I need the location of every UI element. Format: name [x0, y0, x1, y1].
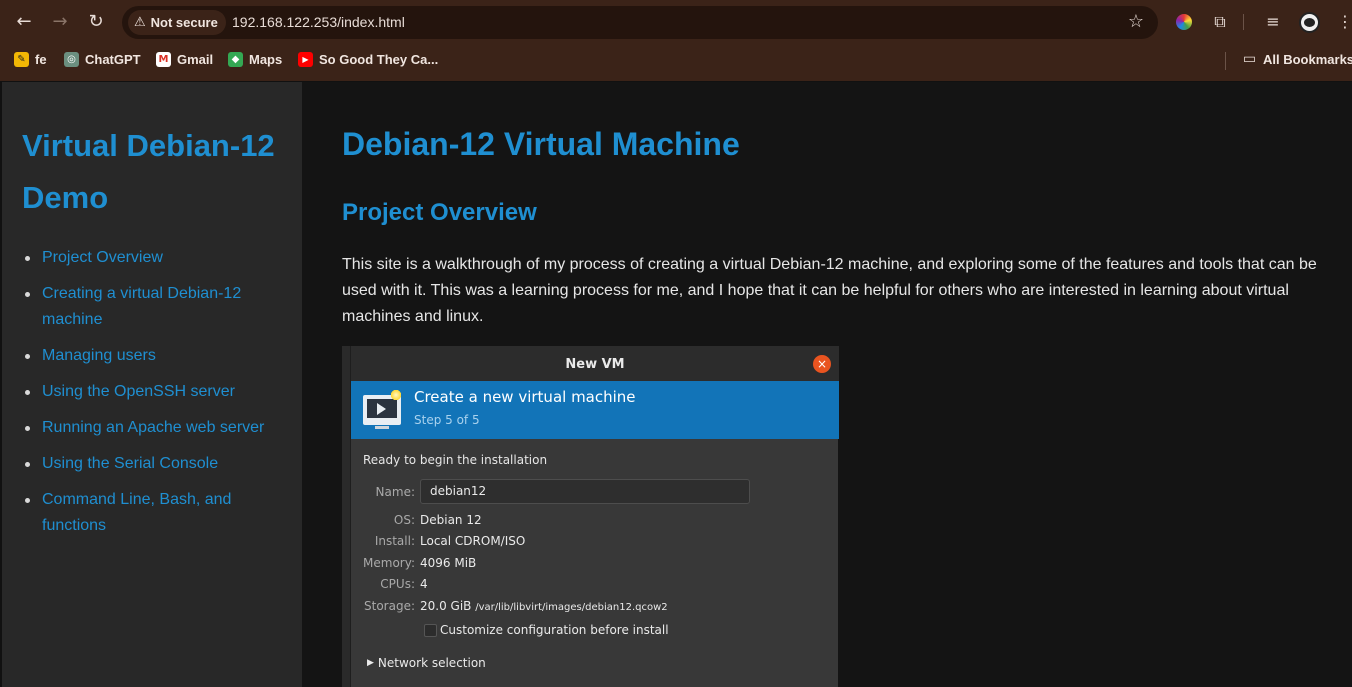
storage-size: 20.0 GiB: [420, 599, 472, 613]
customize-checkbox: [424, 624, 437, 637]
bookmarks-bar: ✎ fe ◎ ChatGPT M Gmail ◆ Maps ▶ So Good …: [0, 48, 1352, 74]
address-bar[interactable]: ⚠ Not secure 192.168.122.253/index.html …: [122, 6, 1158, 39]
extensions-icon[interactable]: ⧉: [1209, 11, 1231, 33]
expander-triangle-icon: ▶: [367, 658, 374, 668]
banner-step: Step 5 of 5: [414, 413, 480, 427]
media-controls-icon[interactable]: ≡: [1262, 11, 1284, 33]
name-label: Name:: [375, 485, 415, 499]
nav-link-apache[interactable]: Running an Apache web server: [25, 415, 272, 441]
nav-link-project-overview[interactable]: Project Overview: [25, 245, 272, 271]
bookmark-item[interactable]: ✎ fe: [14, 52, 47, 67]
browser-toolbar: ← → ↻ ⚠ Not secure 192.168.122.253/index…: [0, 0, 1352, 44]
storage-label: Storage:: [364, 599, 415, 613]
intro-paragraph: This site is a walkthrough of my process…: [342, 256, 1317, 325]
reload-icon[interactable]: ↻: [84, 10, 108, 34]
storage-value: 20.0 GiB /var/lib/libvirt/images/debian1…: [420, 599, 668, 613]
cpus-label: CPUs:: [380, 577, 415, 591]
color-extension-icon[interactable]: [1173, 11, 1195, 33]
bookmark-item[interactable]: M Gmail: [156, 52, 213, 67]
all-bookmarks-button[interactable]: ▭ All Bookmarks: [1242, 51, 1352, 68]
nav-link-openssh[interactable]: Using the OpenSSH server: [25, 379, 272, 405]
dialog-banner: Create a new virtual machine Step 5 of 5: [351, 381, 839, 439]
bookmark-item[interactable]: ◎ ChatGPT: [64, 52, 141, 67]
pencil-icon: ✎: [14, 52, 29, 67]
bookmarks-divider: [1225, 52, 1226, 70]
install-label: Install:: [374, 534, 415, 548]
nav-link-serial-console[interactable]: Using the Serial Console: [25, 451, 272, 477]
os-value: Debian 12: [420, 513, 482, 527]
nav-link-command-line[interactable]: Command Line, Bash, and functions: [25, 487, 272, 539]
install-value: Local CDROM/ISO: [420, 534, 526, 548]
section-heading: Project Overview: [342, 199, 537, 226]
sparkle-icon: [390, 389, 402, 401]
page-title: Debian-12 Virtual Machine: [342, 126, 740, 162]
nav-link-creating-vm[interactable]: Creating a virtual Debian-12 machine: [25, 281, 272, 333]
youtube-icon: ▶: [298, 52, 313, 67]
bookmark-label: Maps: [249, 52, 283, 67]
ready-text: Ready to begin the installation: [363, 453, 548, 467]
memory-value: 4096 MiB: [420, 556, 477, 570]
back-icon[interactable]: ←: [12, 10, 36, 34]
cpus-value: 4: [420, 577, 428, 591]
sidebar: Virtual Debian-12 Demo Project Overview …: [2, 82, 302, 687]
toolbar-divider: [1243, 14, 1244, 30]
memory-label: Memory:: [363, 556, 415, 570]
network-label: Network selection: [377, 656, 486, 670]
chatgpt-icon: ◎: [64, 52, 79, 67]
security-chip-label: Not secure: [150, 15, 218, 30]
security-chip[interactable]: ⚠ Not secure: [128, 10, 226, 35]
bookmark-label: ChatGPT: [85, 52, 141, 67]
browser-menu-icon[interactable]: ⋮: [1334, 11, 1352, 33]
bookmark-label: Gmail: [177, 52, 214, 67]
browser-chrome: ← → ↻ ⚠ Not secure 192.168.122.253/index…: [0, 0, 1352, 81]
warning-icon: ⚠: [134, 15, 146, 30]
bookmark-star-icon[interactable]: ☆: [1128, 11, 1144, 32]
url-text[interactable]: 192.168.122.253/index.html: [232, 14, 405, 30]
banner-title: Create a new virtual machine: [414, 388, 636, 406]
vm-dialog-screenshot: New VM × Create a new virtual machine St…: [342, 346, 839, 687]
site-title[interactable]: Virtual Debian-12 Demo: [22, 120, 282, 224]
bookmark-label: So Good They Ca...: [319, 52, 439, 67]
dialog-title: New VM: [351, 346, 839, 381]
name-field: debian12: [420, 479, 750, 504]
customize-label: Customize configuration before install: [440, 623, 669, 637]
gmail-icon: M: [156, 52, 171, 67]
new-vm-dialog: New VM × Create a new virtual machine St…: [350, 346, 839, 687]
os-label: OS:: [393, 513, 415, 527]
main-content: Debian-12 Virtual Machine Project Overvi…: [302, 82, 1352, 687]
all-bookmarks-label: All Bookmarks: [1263, 52, 1352, 67]
storage-path: /var/lib/libvirt/images/debian12.qcow2: [475, 602, 668, 613]
bookmark-label: fe: [35, 52, 47, 67]
network-expander: ▶ Network selection: [367, 656, 486, 670]
sidebar-nav: Project Overview Creating a virtual Debi…: [25, 245, 272, 549]
folder-icon: ▭: [1242, 51, 1257, 67]
nav-link-managing-users[interactable]: Managing users: [25, 343, 272, 369]
maps-icon: ◆: [228, 52, 243, 67]
close-icon: ×: [813, 355, 831, 373]
bookmark-item[interactable]: ▶ So Good They Ca...: [298, 52, 438, 67]
bookmark-item[interactable]: ◆ Maps: [228, 52, 282, 67]
profile-avatar[interactable]: [1299, 12, 1320, 33]
forward-icon[interactable]: →: [48, 10, 72, 34]
